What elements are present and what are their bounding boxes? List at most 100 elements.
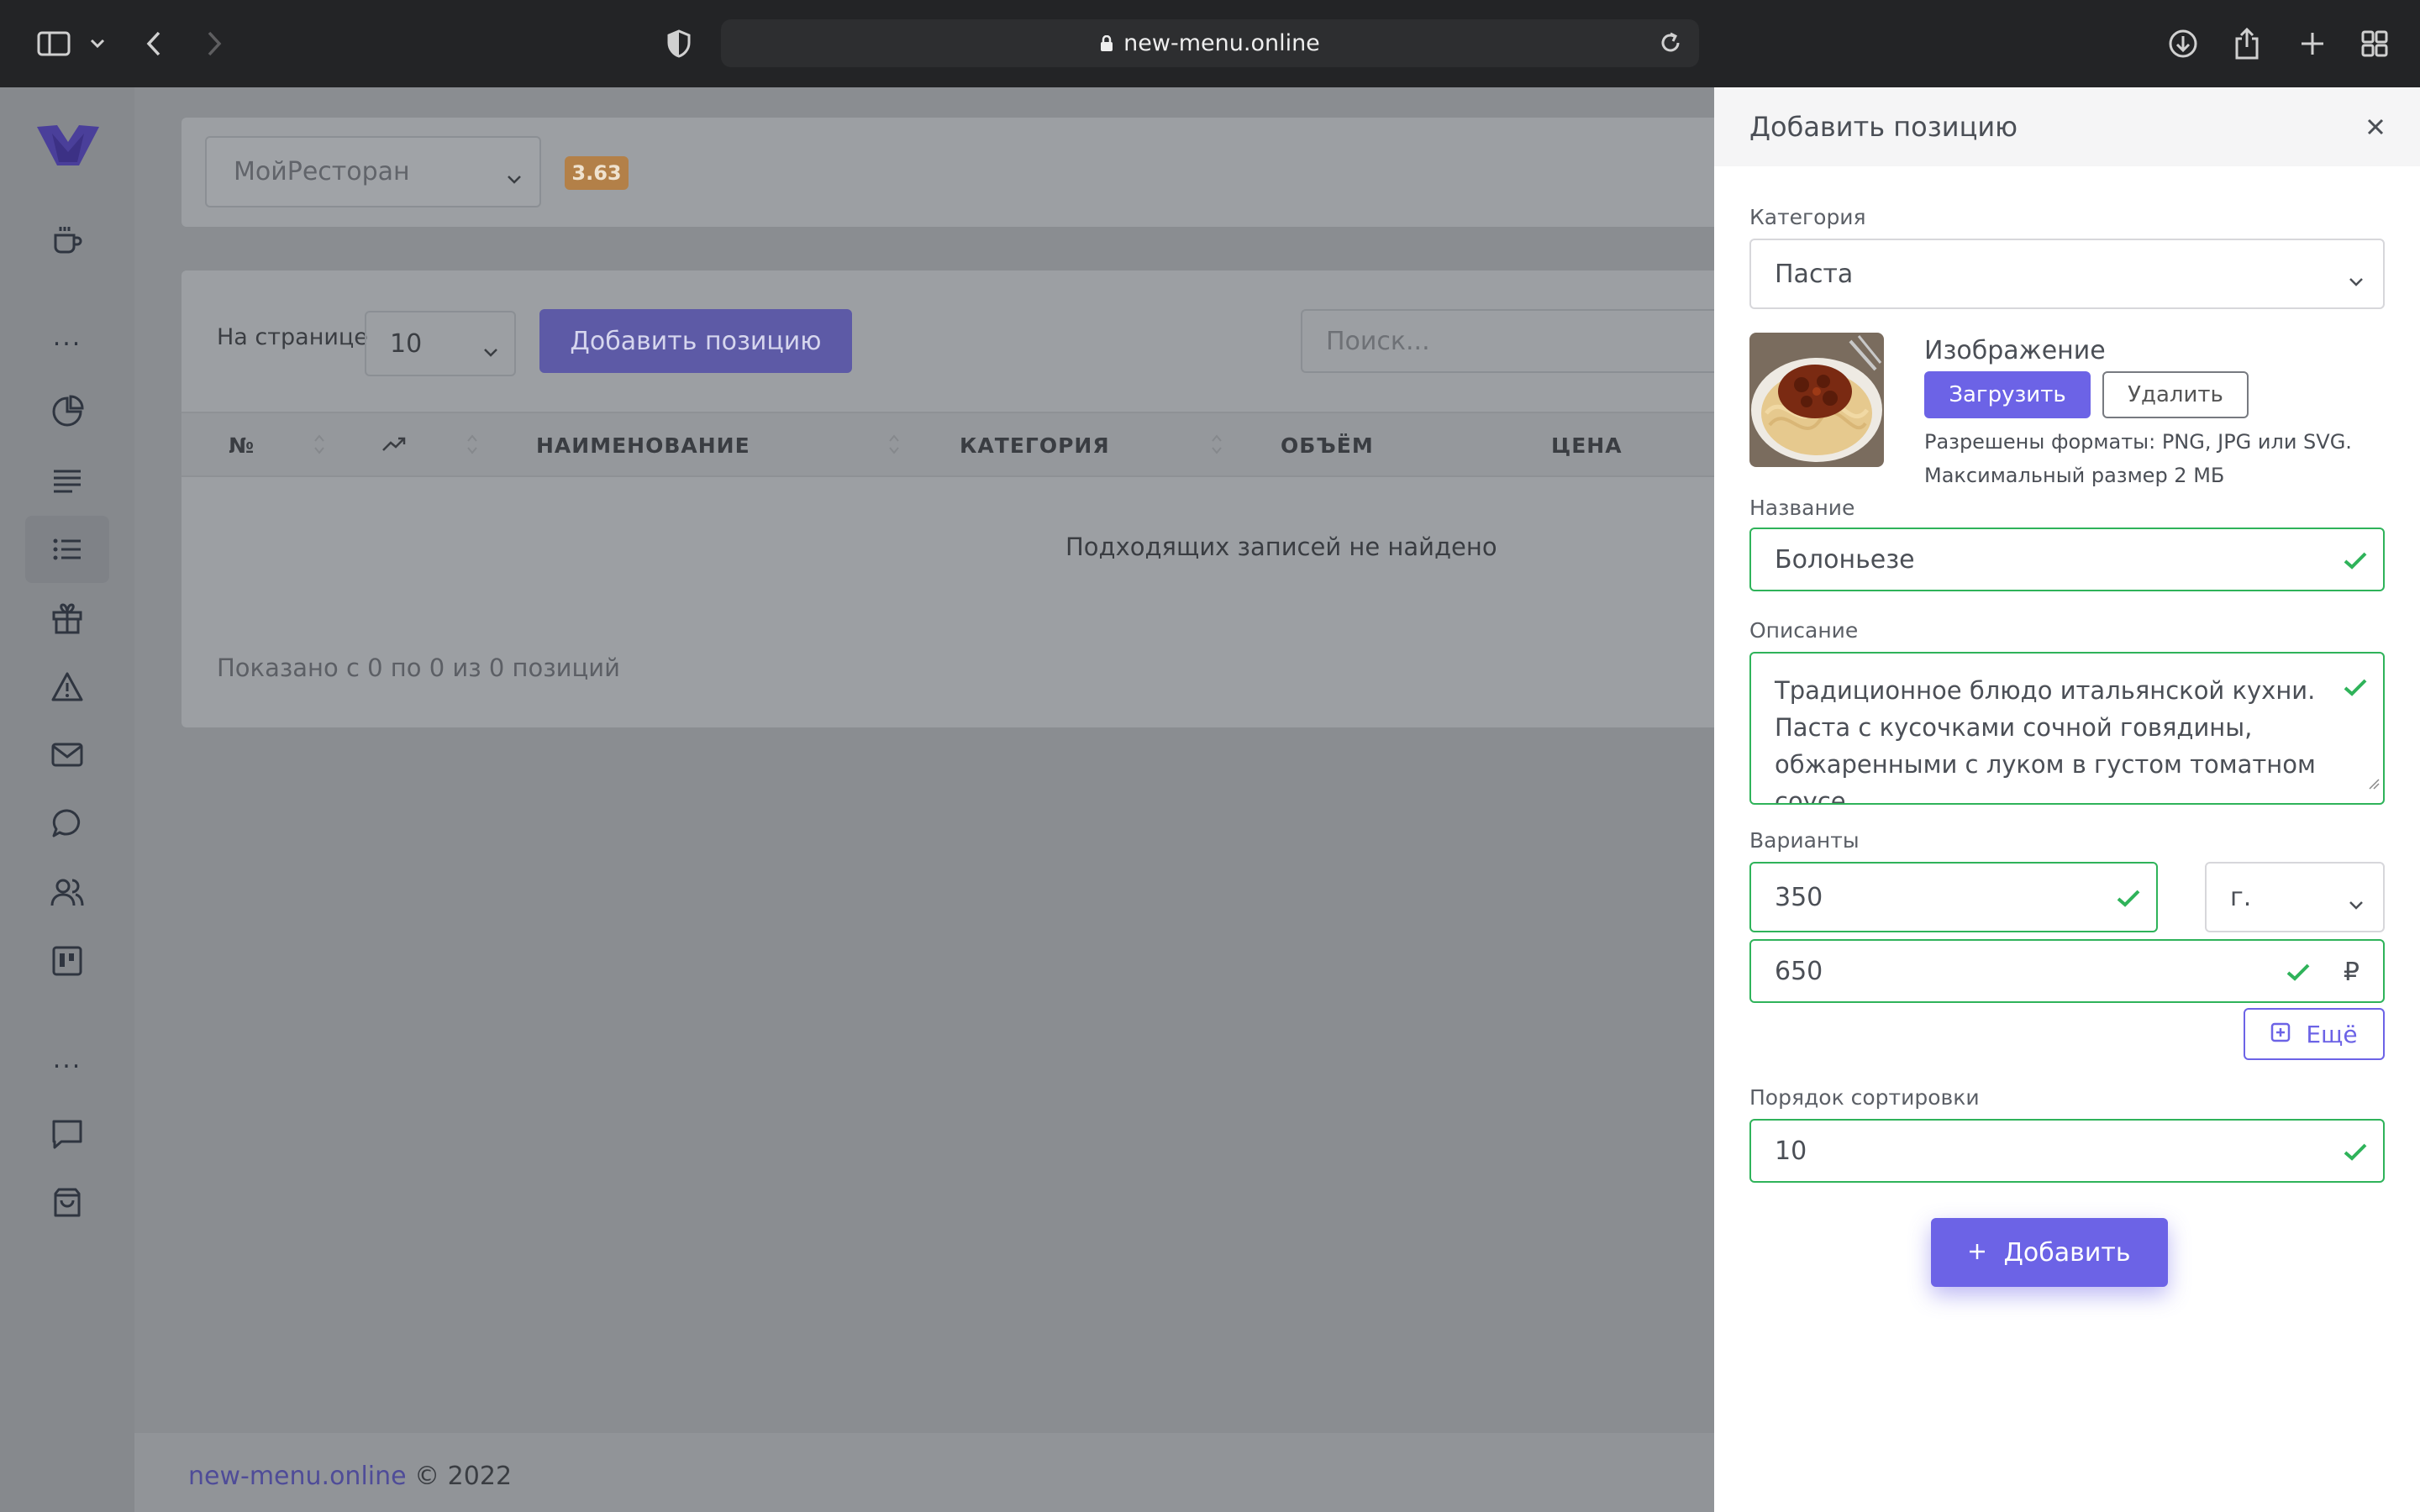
chevron-down-icon xyxy=(482,336,499,365)
column-name[interactable]: НАИМЕНОВАНИЕ xyxy=(536,433,750,458)
variants-label: Варианты xyxy=(1749,828,1860,853)
sort-order-input[interactable]: 10 xyxy=(1749,1119,2385,1183)
table-header: № НАИМЕНОВАНИЕ КАТЕГОРИЯ ОБЪЁМ ЦЕНА xyxy=(182,412,1714,477)
privacy-shield-icon[interactable] xyxy=(664,27,694,60)
check-icon xyxy=(2343,670,2368,707)
list-icon[interactable] xyxy=(25,516,109,583)
message-square-icon[interactable] xyxy=(25,1100,109,1168)
column-number[interactable]: № xyxy=(229,433,255,458)
check-icon xyxy=(2286,959,2311,989)
panel-title: Добавить позицию xyxy=(1749,111,2018,143)
users-icon[interactable] xyxy=(25,858,109,926)
close-icon[interactable] xyxy=(2366,118,2385,139)
description-label: Описание xyxy=(1749,618,1859,643)
footer-copyright: © 2022 xyxy=(414,1462,513,1491)
chevron-down-icon xyxy=(2348,265,2365,295)
forward-icon[interactable] xyxy=(202,27,227,60)
variant-price-input[interactable]: 650 ₽ xyxy=(1749,939,2385,1003)
table-info: Показано с 0 по 0 из 0 позиций xyxy=(217,654,620,682)
check-icon xyxy=(2343,548,2368,577)
chevron-down-icon xyxy=(506,163,523,192)
variant-price-value: 650 xyxy=(1775,956,1823,986)
empty-table-message: Подходящих записей не найдено xyxy=(1065,533,1497,561)
image-label: Изображение xyxy=(1924,336,2106,365)
trending-icon[interactable] xyxy=(381,435,407,457)
gift-icon[interactable] xyxy=(25,585,109,652)
sort-icon[interactable] xyxy=(887,432,901,460)
kanban-icon[interactable] xyxy=(25,927,109,995)
add-variant-button[interactable]: Ещё xyxy=(2244,1008,2385,1060)
sidebar-section-dots-2: ... xyxy=(52,1045,82,1074)
variant-unit-value: г. xyxy=(2230,882,2252,912)
version-badge: 3.63 xyxy=(565,156,629,190)
logo-icon[interactable] xyxy=(37,125,99,171)
restaurant-select-value: МойРесторан xyxy=(234,157,410,186)
panel-header: Добавить позицию xyxy=(1714,87,2420,166)
per-page-value: 10 xyxy=(390,328,423,359)
variant-volume-input[interactable]: 350 xyxy=(1749,862,2158,932)
share-icon[interactable] xyxy=(2230,27,2264,60)
check-icon xyxy=(2116,885,2141,915)
submit-add-label: Добавить xyxy=(2003,1237,2131,1268)
tab-overview-icon[interactable] xyxy=(2358,27,2391,60)
sort-icon[interactable] xyxy=(1210,432,1223,460)
restaurant-select[interactable]: МойРесторан xyxy=(205,136,541,207)
sidebar-section-dots: ... xyxy=(52,323,82,352)
per-page-label: На странице xyxy=(217,324,368,350)
variant-unit-select[interactable]: г. xyxy=(2205,862,2385,932)
per-page-select[interactable]: 10 xyxy=(365,311,516,376)
upload-button[interactable]: Загрузить xyxy=(1924,371,2091,418)
delete-image-button[interactable]: Удалить xyxy=(2102,371,2249,418)
download-icon[interactable] xyxy=(2166,27,2200,60)
category-label: Категория xyxy=(1749,205,1866,229)
browser-toolbar: new-menu.online xyxy=(0,0,2420,87)
chevron-down-icon xyxy=(2348,889,2365,918)
column-category[interactable]: КАТЕГОРИЯ xyxy=(960,433,1110,458)
lock-icon xyxy=(1100,34,1113,52)
warning-icon[interactable] xyxy=(25,654,109,721)
max-size-text: Максимальный размер 2 МБ xyxy=(1924,464,2225,487)
add-position-panel: Добавить позицию Категория Паста Изображ xyxy=(1714,87,2420,1512)
column-price[interactable]: ЦЕНА xyxy=(1551,433,1623,458)
check-icon xyxy=(2343,1139,2368,1168)
sidebar-toggle-icon[interactable] xyxy=(34,27,74,60)
add-variant-label: Ещё xyxy=(2306,1020,2358,1048)
allowed-formats-text: Разрешены форматы: PNG, JPG или SVG. xyxy=(1924,430,2352,454)
plus-square-icon xyxy=(2270,1021,2291,1048)
text-lines-icon[interactable] xyxy=(25,447,109,514)
sort-order-value: 10 xyxy=(1775,1136,1807,1166)
sidebar: ... ... xyxy=(0,87,134,1512)
url-text: new-menu.online xyxy=(1123,30,1320,56)
footer-text: new-menu.online © 2022 xyxy=(188,1462,512,1491)
plus-icon xyxy=(1968,1238,1986,1268)
pie-chart-icon[interactable] xyxy=(25,378,109,445)
description-value: Традиционное блюдо итальянской кухни. Па… xyxy=(1775,676,2316,805)
category-select[interactable]: Паста xyxy=(1749,239,2385,309)
submit-add-button[interactable]: Добавить xyxy=(1931,1218,2168,1287)
resize-handle-icon[interactable] xyxy=(2368,763,2380,800)
sort-order-label: Порядок сортировки xyxy=(1749,1085,1980,1110)
new-tab-icon[interactable] xyxy=(2296,27,2329,60)
add-position-button[interactable]: Добавить позицию xyxy=(539,309,852,373)
back-icon[interactable] xyxy=(141,27,166,60)
footer-link[interactable]: new-menu.online xyxy=(188,1462,407,1491)
dish-image xyxy=(1749,333,1884,467)
mail-icon[interactable] xyxy=(25,721,109,788)
name-label: Название xyxy=(1749,496,1855,520)
search-input[interactable]: Поиск... xyxy=(1301,309,1721,373)
chevron-down-icon[interactable] xyxy=(87,27,108,60)
reload-icon[interactable] xyxy=(1659,31,1682,58)
name-value: Болоньезе xyxy=(1775,544,1915,575)
sort-icon[interactable] xyxy=(466,432,479,460)
variant-volume-value: 350 xyxy=(1775,882,1823,912)
sort-icon[interactable] xyxy=(313,432,326,460)
currency-sign: ₽ xyxy=(2343,958,2360,987)
chat-bubble-icon[interactable] xyxy=(25,790,109,857)
shopping-bag-icon[interactable] xyxy=(25,1169,109,1236)
column-volume[interactable]: ОБЪЁМ xyxy=(1281,433,1374,458)
category-value: Паста xyxy=(1775,259,1854,289)
name-input[interactable]: Болоньезе xyxy=(1749,528,2385,591)
coffee-cup-icon[interactable] xyxy=(25,207,109,274)
address-bar[interactable]: new-menu.online xyxy=(721,19,1699,67)
description-textarea[interactable]: Традиционное блюдо итальянской кухни. Па… xyxy=(1749,652,2385,805)
